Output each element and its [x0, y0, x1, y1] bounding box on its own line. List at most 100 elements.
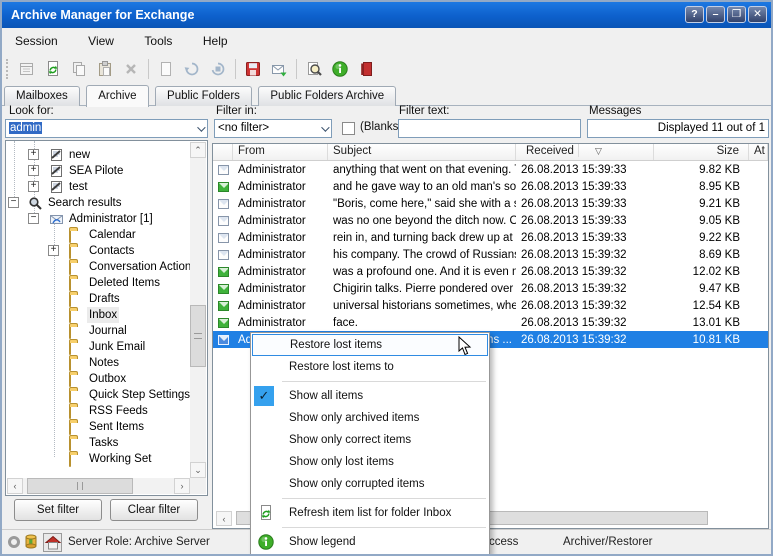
column-header-from[interactable]: From — [233, 144, 328, 160]
expand-icon[interactable]: + — [48, 245, 59, 256]
tree-item-working-set[interactable]: Working Set — [6, 451, 189, 467]
table-row[interactable]: Administratorwas a profound one. And it … — [213, 263, 768, 280]
tree-horizontal-scrollbar[interactable]: ‹ › — [7, 478, 190, 494]
cell-subject: and he gave way to an old man's sob. — [328, 181, 516, 193]
menu-refresh-item-list[interactable]: Refresh item list for folder Inbox — [252, 502, 488, 524]
tree-item-test[interactable]: +test — [6, 179, 189, 195]
scroll-left-icon[interactable]: ‹ — [216, 511, 232, 526]
set-filter-button[interactable]: Set filter — [14, 499, 102, 521]
tree-item-contacts[interactable]: +Contacts — [6, 243, 189, 259]
look-for-combobox[interactable]: admin — [5, 119, 208, 138]
tree-item-outbox[interactable]: Outbox — [6, 371, 189, 387]
tab-public-folders[interactable]: Public Folders — [155, 86, 252, 106]
expand-icon[interactable]: + — [28, 181, 39, 192]
expand-icon[interactable]: + — [28, 149, 39, 160]
collapse-icon[interactable]: − — [8, 197, 19, 208]
tab-archive[interactable]: Archive — [86, 85, 148, 107]
title-bar[interactable]: Archive Manager for Exchange ? – ❐ ✕ — [2, 2, 771, 28]
column-header-subject[interactable]: Subject — [328, 144, 516, 160]
table-row[interactable]: AdministratorChigirin talks. Pierre pond… — [213, 280, 768, 297]
save-icon[interactable] — [242, 58, 264, 80]
column-header-received[interactable]: Received▽ — [516, 144, 654, 160]
menu-show-all-items[interactable]: ✓Show all items — [252, 385, 488, 407]
tree-item-sent-items[interactable]: Sent Items — [6, 419, 189, 435]
scrollbar-thumb[interactable] — [190, 305, 206, 367]
tree-item-journal[interactable]: Journal — [6, 323, 189, 339]
tree-item-search-results[interactable]: −Search results — [6, 195, 189, 211]
tree-item-quick-step-settings[interactable]: Quick Step Settings — [6, 387, 189, 403]
tree-item-new[interactable]: + new — [6, 147, 189, 163]
scroll-down-icon[interactable]: ⌄ — [190, 462, 206, 478]
menu-session[interactable]: Session — [2, 28, 71, 54]
toolbar-grip[interactable] — [6, 59, 10, 79]
table-row[interactable]: Administratorface.26.08.2013 15:39:3213.… — [213, 314, 768, 331]
tree-item-conversation-action[interactable]: Conversation Action — [6, 259, 189, 275]
menu-restore-lost-items-to[interactable]: Restore lost items to — [252, 356, 488, 378]
tab-mailboxes[interactable]: Mailboxes — [4, 86, 80, 106]
menu-show-only-archived-items[interactable]: Show only archived items — [252, 407, 488, 429]
menu-view[interactable]: View — [75, 28, 127, 54]
tree-item-notes[interactable]: Notes — [6, 355, 189, 371]
tree-item-sea-pilote[interactable]: +SEA Pilote — [6, 163, 189, 179]
column-header-attachment[interactable]: At — [749, 144, 768, 160]
tree-item-inbox[interactable]: Inbox — [6, 307, 189, 323]
scroll-left-icon[interactable]: ‹ — [7, 478, 23, 494]
search-icon[interactable] — [303, 58, 325, 80]
tree-item-deleted-items[interactable]: Deleted Items — [6, 275, 189, 291]
menu-show-only-lost-items[interactable]: Show only lost items — [252, 451, 488, 473]
blanks-checkbox[interactable] — [342, 122, 355, 135]
folder-icon — [69, 325, 71, 339]
tab-public-folders-archive[interactable]: Public Folders Archive — [258, 86, 396, 106]
collapse-icon[interactable]: − — [28, 213, 39, 224]
tree-item-drafts[interactable]: Drafts — [6, 291, 189, 307]
refresh-document-icon[interactable] — [42, 58, 64, 80]
properties-icon[interactable] — [16, 58, 38, 80]
tree-item-rss-feeds[interactable]: RSS Feeds — [6, 403, 189, 419]
filter-in-combobox[interactable]: <no filter> — [214, 119, 332, 138]
tree-item-administrator[interactable]: −Administrator [1] — [6, 211, 189, 227]
tree-item-junk-email[interactable]: Junk Email — [6, 339, 189, 355]
restore-stop-icon[interactable] — [207, 58, 229, 80]
table-row[interactable]: Administratorwas no one beyond the ditch… — [213, 212, 768, 229]
close-button[interactable]: ✕ — [748, 6, 767, 23]
scroll-right-icon[interactable]: › — [174, 478, 190, 494]
clear-filter-button[interactable]: Clear filter — [110, 499, 198, 521]
menu-help[interactable]: Help — [190, 28, 241, 54]
table-row[interactable]: Administrator"Boris, come here," said sh… — [213, 195, 768, 212]
scrollbar-thumb[interactable] — [27, 478, 133, 494]
tree-item-tasks[interactable]: Tasks — [6, 435, 189, 451]
restore-circular-icon[interactable] — [181, 58, 203, 80]
tree-item-label: new — [67, 147, 92, 163]
copy-icon[interactable] — [68, 58, 90, 80]
exit-icon[interactable] — [355, 58, 377, 80]
new-document-icon[interactable] — [155, 58, 177, 80]
toolbar — [2, 54, 771, 84]
legend-icon[interactable] — [329, 58, 351, 80]
table-row[interactable]: Administratorand he gave way to an old m… — [213, 178, 768, 195]
scroll-up-icon[interactable]: ⌃ — [190, 142, 206, 158]
column-header-size[interactable]: Size — [654, 144, 749, 160]
delete-icon[interactable] — [120, 58, 142, 80]
menu-show-legend[interactable]: Show legend — [252, 531, 488, 553]
menu-show-only-corrupted-items[interactable]: Show only corrupted items — [252, 473, 488, 495]
table-row[interactable]: Administratoranything that went on that … — [213, 161, 768, 178]
send-mail-icon[interactable] — [268, 58, 290, 80]
icon-column-header[interactable] — [213, 144, 233, 160]
maximize-button[interactable]: ❐ — [727, 6, 746, 23]
tree-item-calendar[interactable]: Calendar — [6, 227, 189, 243]
table-row[interactable]: Administratorhis company. The crowd of R… — [213, 246, 768, 263]
tree-vertical-scrollbar[interactable]: ⌃ ⌄ — [190, 142, 206, 478]
help-button[interactable]: ? — [685, 6, 704, 23]
home-icon[interactable] — [43, 533, 62, 552]
menu-show-only-correct-items[interactable]: Show only correct items — [252, 429, 488, 451]
expand-icon[interactable]: + — [28, 165, 39, 176]
filter-text-input[interactable] — [398, 119, 581, 138]
menu-restore-lost-items[interactable]: Restore lost items — [252, 334, 488, 356]
minimize-button[interactable]: – — [706, 6, 725, 23]
menu-tools[interactable]: Tools — [131, 28, 185, 54]
chevron-down-icon[interactable] — [321, 123, 329, 131]
table-row[interactable]: Administratoruniversal historians someti… — [213, 297, 768, 314]
chevron-down-icon[interactable] — [197, 123, 205, 131]
table-row[interactable]: Administratorrein in, and turning back d… — [213, 229, 768, 246]
paste-icon[interactable] — [94, 58, 116, 80]
